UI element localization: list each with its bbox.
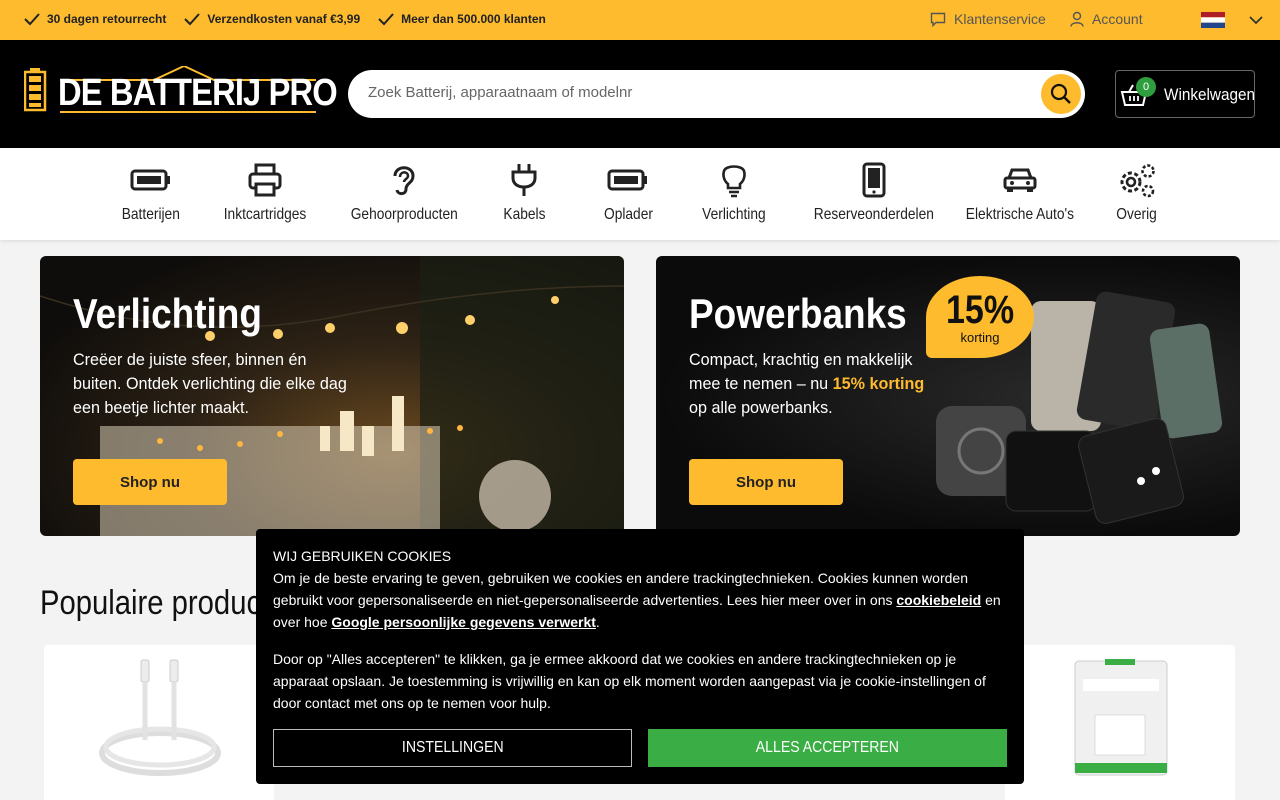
gears-icon [1120,164,1155,198]
category-oplader[interactable]: Oplader [600,162,657,224]
category-label: Inktcartridges [223,206,307,223]
category-label: Elektrische Auto's [965,206,1074,223]
cart-button[interactable]: 0 Winkelwagen [1115,70,1255,118]
netherlands-flag-icon [1201,12,1225,28]
usp-item: Meer dan 500.000 klanten [378,12,546,26]
plug-icon [511,164,537,196]
google-data-link[interactable]: Google persoonlijke gegevens verwerkt [331,614,596,630]
category-batterijen[interactable]: Batterijen [117,162,185,224]
banner-title: Powerbanks [689,290,907,337]
top-usp-bar: 30 dagen retourrecht Verzendkosten vanaf… [0,0,1280,40]
check-icon [378,13,394,26]
category-label: Reserveonderdelen [813,206,934,223]
car-icon [1003,168,1037,192]
site-logo[interactable]: DE BATTERIJ PRO [24,66,338,118]
user-icon [1070,11,1084,27]
category-verlichting[interactable]: Verlichting [697,162,771,224]
cookie-consent-dialog: WIJ GEBRUIKEN COOKIES Om je de beste erv… [256,529,1024,784]
category-overig[interactable]: Overig [1113,162,1160,224]
banner-text-part: op alle powerbanks. [689,398,833,417]
usp-label: 30 dagen retourrecht [47,12,167,26]
robot-mower-knives-product-image [1074,659,1168,776]
shop-now-button[interactable]: Shop nu [689,459,843,505]
cookie-text-part: Om je de beste ervaring te geven, gebrui… [273,570,968,608]
search-button[interactable] [1041,74,1081,114]
discount-badge: 15% korting [926,276,1034,358]
ear-icon [393,166,415,196]
category-label: Verlichting [702,206,766,223]
language-selector[interactable] [1201,12,1271,28]
cookie-text-part: . [595,614,600,630]
usp-item: 30 dagen retourrecht [24,12,166,26]
discount-badge-label: korting [960,329,1000,345]
usp-label: Meer dan 500.000 klanten [401,12,546,26]
category-elektrische-autos[interactable]: Elektrische Auto's [957,162,1083,224]
banner-powerbanks[interactable]: 15% korting Powerbanks Compact, krachtig… [656,256,1240,536]
category-label: Gehoorproducten [350,206,458,223]
banner-title: Verlichting [73,290,262,337]
category-inktcartridges[interactable]: Inktcartridges [217,162,313,224]
lightbulb-icon [722,165,746,198]
account-label: Account [1092,11,1143,27]
cookie-title: WIJ GEBRUIKEN COOKIES [273,548,452,564]
banner-verlichting[interactable]: Verlichting Creëer de juiste sfeer, binn… [40,256,624,536]
cart-label: Winkelwagen [1164,85,1255,104]
check-icon [24,13,40,26]
cookie-text: Om je de beste ervaring te geven, gebrui… [273,567,1007,633]
shop-now-button[interactable]: Shop nu [73,459,227,505]
cookie-consent-text: Door op "Alles accepteren" te klikken, g… [273,651,986,711]
logo-text: DE BATTERIJ PRO [58,72,338,114]
phone-icon [862,162,886,198]
usp-list: 30 dagen retourrecht Verzendkosten vanaf… [24,12,564,26]
cookie-settings-label: INSTELLINGEN [401,739,504,756]
usp-label: Verzendkosten vanaf €3,99 [207,12,361,26]
battery-icon [607,169,648,191]
product-card[interactable] [1005,645,1235,800]
category-label: Oplader [603,206,653,223]
banner-text: Creëer de juiste sfeer, binnen én buiten… [73,350,347,417]
banner-text: Compact, krachtig en makkelijk mee te ne… [689,348,927,420]
check-icon [184,13,201,26]
category-nav: Batterijen Inktcartridges Gehoorproducte… [0,148,1280,240]
category-label: Overig [1116,206,1157,223]
cookie-settings-button[interactable]: INSTELLINGEN [273,729,632,767]
search-input[interactable] [368,84,1028,101]
battery-icon [130,169,170,191]
category-kabels[interactable]: Kabels [500,162,549,224]
cookie-policy-link[interactable]: cookiebeleid [896,592,981,608]
category-gehoorproducten[interactable]: Gehoorproducten [342,162,467,224]
accept-all-cookies-button[interactable]: ALLES ACCEPTEREN [648,729,1007,767]
product-card[interactable] [44,645,274,800]
accept-all-label: ALLES ACCEPTEREN [755,739,900,756]
account-link[interactable]: Account [1070,11,1143,27]
category-label: Batterijen [121,206,180,223]
customer-service-link[interactable]: Klantenservice [930,11,1046,27]
customer-service-label: Klantenservice [954,11,1046,27]
search-icon [1050,83,1071,104]
discount-badge-percent: 15% [945,287,1015,332]
chat-icon [930,12,946,27]
banner-text-highlight: 15% korting [832,374,925,393]
category-reserveonderdelen[interactable]: Reserveonderdelen [804,162,944,224]
category-label: Kabels [503,206,546,223]
site-header: DE BATTERIJ PRO 0 Winkelwagen [0,40,1280,148]
usp-item: Verzendkosten vanaf €3,99 [184,12,360,26]
chevron-down-icon [1249,15,1263,24]
usb-cable-product-image [99,659,221,776]
cart-count-badge: 0 [1136,77,1156,97]
printer-icon [248,163,282,197]
search-bar [348,70,1085,118]
